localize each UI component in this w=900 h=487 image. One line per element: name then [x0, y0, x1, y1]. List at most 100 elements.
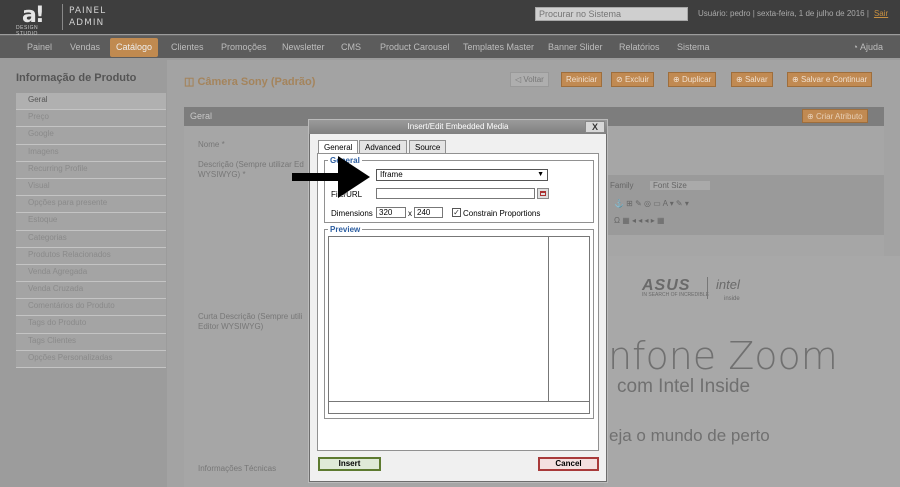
main-nav: Painel Vendas Catálogo Clientes Promoçõe… — [0, 35, 900, 58]
sidebar-item-preco[interactable]: Preço — [16, 110, 166, 128]
file-url-input[interactable] — [376, 188, 535, 199]
label-description-line1: Descrição (Sempre utilizar Ed — [198, 160, 304, 169]
sidebar-item-venda-agregada[interactable]: Venda Agregada — [16, 264, 166, 283]
panel-line1: PAINEL — [69, 6, 107, 16]
sidebar-item-comentarios[interactable]: Comentários do Produto — [16, 299, 166, 317]
duplicate-icon: ⊕ — [673, 75, 682, 84]
media-type-select[interactable]: Iframe ▼ — [376, 169, 548, 181]
nav-vendas[interactable]: Vendas — [70, 42, 100, 52]
help-link[interactable]: ◔ Ajuda — [853, 42, 883, 52]
label-name: Nome * — [198, 140, 225, 149]
create-attribute-button[interactable]: ⊕ Criar Atributo — [802, 109, 868, 123]
nav-cms[interactable]: CMS — [341, 42, 361, 52]
save-continue-label: Salvar e Continuar — [800, 75, 868, 84]
label-technical-info: Informações Técnicas — [198, 464, 277, 473]
toolbar-icons-row2: Ω ▦ ◂ ◂ ◂ ▸ ▦ — [614, 216, 665, 225]
browse-icon-glyph — [540, 191, 546, 196]
nav-catalogo[interactable]: Catálogo — [110, 38, 159, 57]
sidebar-item-estoque[interactable]: Estoque — [16, 213, 166, 231]
label-short-line1: Curta Descrição (Sempre utili — [198, 312, 303, 321]
preview-scrollbar-vertical[interactable] — [549, 236, 590, 402]
logo[interactable]: a! DESIGN STUDIO — [16, 3, 60, 37]
nav-relatorios[interactable]: Relatórios — [619, 42, 660, 52]
sidebar-item-categorias[interactable]: Categorias — [16, 230, 166, 248]
nav-product-carousel[interactable]: Product Carousel — [380, 42, 450, 52]
back-label: Voltar — [523, 75, 544, 84]
sidebar-item-recurring-profile[interactable]: Recurring Profile — [16, 161, 166, 179]
sidebar-item-visual[interactable]: Visual — [16, 178, 166, 197]
back-button[interactable]: ◁ Voltar — [510, 72, 549, 87]
camera-icon: ◫ — [184, 76, 198, 88]
nav-sistema[interactable]: Sistema — [677, 42, 710, 52]
help-label: Ajuda — [859, 42, 883, 52]
width-input[interactable] — [376, 207, 406, 218]
tab-source[interactable]: Source — [409, 140, 447, 153]
browse-icon[interactable] — [537, 188, 549, 199]
nav-painel[interactable]: Painel — [27, 42, 52, 52]
panel-title: PAINEL ADMIN — [69, 5, 106, 29]
panel-line2: ADMIN — [69, 18, 105, 28]
banner-intel: intel — [716, 277, 740, 292]
save-continue-button[interactable]: ⊕ Salvar e Continuar — [787, 72, 873, 87]
save-button[interactable]: ⊕ Salvar — [731, 72, 773, 87]
chevron-down-icon: ▼ — [537, 171, 544, 178]
nav-templates-master[interactable]: Templates Master — [463, 42, 534, 52]
banner-line2: com Intel Inside — [617, 376, 751, 397]
font-size-select[interactable]: Font Size — [650, 181, 710, 190]
height-input[interactable] — [414, 207, 443, 218]
check-icon: ✓ — [453, 208, 460, 217]
banner-intel-sub: inside — [724, 296, 740, 302]
delete-label: Excluir — [624, 75, 649, 84]
sidebar-item-imagens[interactable]: Imagens — [16, 144, 166, 162]
banner-brand-sub: IN SEARCH OF INCREDIBLE — [642, 292, 709, 298]
arrow-right-icon — [292, 156, 370, 198]
nav-banner-slider[interactable]: Banner Slider — [548, 42, 603, 52]
sidebar-item-google[interactable]: Google — [16, 127, 166, 145]
sidebar-item-geral[interactable]: Geral — [16, 93, 166, 111]
nav-clientes[interactable]: Clientes — [171, 42, 204, 52]
label-short-description: Curta Descrição (Sempre utili Editor WYS… — [198, 312, 302, 332]
help-icon: ◔ — [852, 42, 860, 52]
preview-legend: Preview — [328, 225, 363, 234]
dialog-close-button[interactable]: X — [585, 121, 605, 133]
tab-advanced[interactable]: Advanced — [359, 140, 407, 153]
sidebar-item-tags-produto[interactable]: Tags do Produto — [16, 316, 166, 334]
search-input[interactable] — [535, 7, 688, 21]
banner-divider — [707, 277, 708, 299]
save-icon: ⊕ — [736, 75, 745, 84]
sidebar-item-produtos-relacionados[interactable]: Produtos Relacionados — [16, 247, 166, 265]
sidebar-item-opcoes-presente[interactable]: Opções para presente — [16, 196, 166, 214]
user-info: Usuário: pedro | sexta-feira, 1 de julho… — [698, 9, 888, 18]
preview-scrollbar-horizontal[interactable] — [328, 402, 590, 414]
sidebar-item-tags-clientes[interactable]: Tags Clientes — [16, 333, 166, 351]
cancel-button[interactable]: Cancel — [538, 457, 599, 471]
insert-button[interactable]: Insert — [318, 457, 381, 471]
preview-frame[interactable] — [328, 236, 549, 402]
user-info-text: Usuário: pedro | sexta-feira, 1 de julho… — [698, 9, 869, 18]
tab-general[interactable]: General — [318, 140, 359, 154]
media-type-value: Iframe — [380, 170, 403, 179]
duplicate-button[interactable]: ⊕ Duplicar — [668, 72, 717, 87]
duplicate-label: Duplicar — [681, 75, 712, 84]
label-description: Descrição (Sempre utilizar Ed WYSIWYG) * — [198, 160, 304, 180]
save-continue-icon: ⊕ — [792, 75, 801, 84]
logout-link[interactable]: Sair — [874, 9, 888, 18]
editor-toolbar: Family Font Size ⚓ ⊞ ✎ ◎ ▭ A ▾ ✎ ▾ Ω ▦ ◂… — [604, 175, 884, 235]
create-attribute-label: Criar Atributo — [815, 112, 863, 121]
nav-promocoes[interactable]: Promoções — [221, 42, 267, 52]
sidebar-item-opcoes-personalizadas[interactable]: Opções Personalizadas — [16, 350, 166, 368]
reset-button[interactable]: Reiniciar — [561, 72, 603, 87]
constrain-checkbox[interactable]: ✓ — [452, 208, 461, 217]
delete-button[interactable]: ⊘ Excluir — [611, 72, 654, 87]
font-family-select[interactable]: Family — [610, 181, 634, 190]
dimension-separator: x — [408, 209, 412, 218]
banner-line1: nfone Zoom — [608, 334, 838, 378]
constrain-label: Constrain Proportions — [463, 209, 541, 218]
sidebar-title: Informação de Produto — [16, 72, 137, 84]
page-title: ◫ Câmera Sony (Padrão) — [184, 75, 315, 88]
dialog-title[interactable]: Insert/Edit Embedded Media — [309, 120, 607, 134]
banner-line3: eja o mundo de perto — [609, 426, 770, 445]
nav-newsletter[interactable]: Newsletter — [282, 42, 325, 52]
section-title: Geral — [190, 111, 213, 121]
sidebar-item-venda-cruzada[interactable]: Venda Cruzada — [16, 282, 166, 300]
